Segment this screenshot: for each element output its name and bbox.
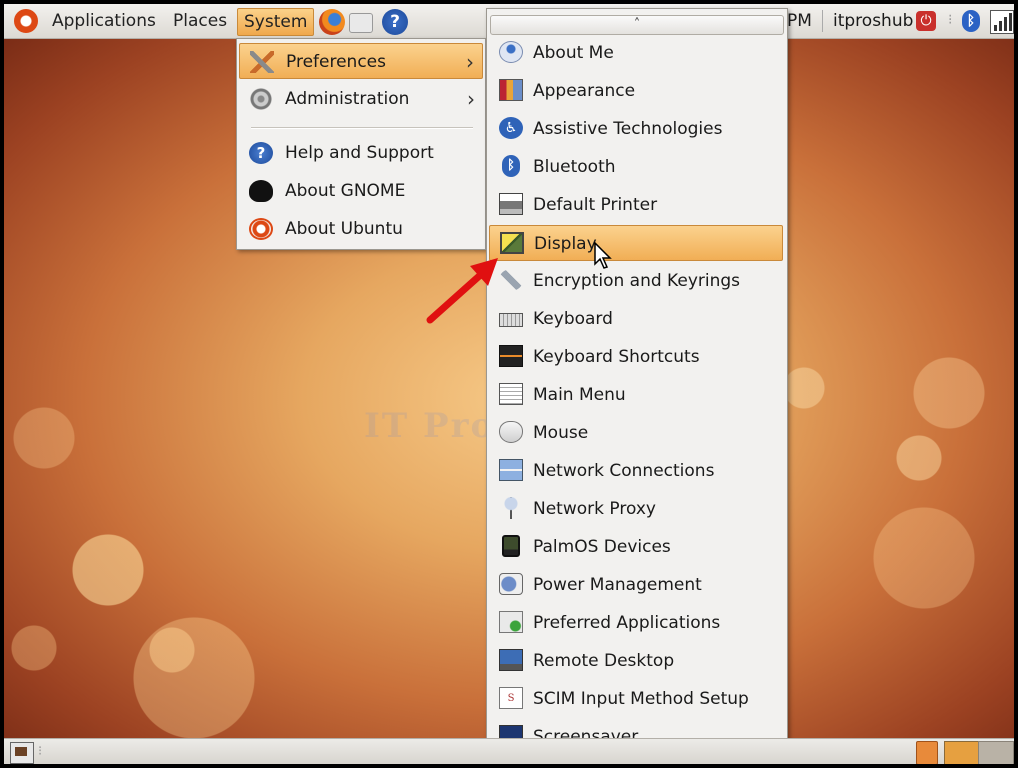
bottom-panel: ⁝ [4, 738, 1014, 764]
menu-item-label: Administration [285, 89, 410, 109]
bluetooth-icon: ᛒ [502, 155, 520, 177]
user-switcher[interactable]: itproshub [833, 8, 913, 34]
menu-item-label: About Me [533, 43, 614, 63]
menu-item-help-support[interactable]: ? Help and Support [239, 135, 483, 171]
panel-separator [822, 10, 823, 32]
scroll-up-button[interactable]: ˄ [490, 15, 784, 35]
menu-item-assistive-technologies[interactable]: ♿ Assistive Technologies [489, 111, 783, 147]
ubuntu-icon [249, 218, 273, 240]
menu-item-label: Network Proxy [533, 499, 656, 519]
menu-item-label: SCIM Input Method Setup [533, 689, 749, 709]
main-menu-icon [499, 383, 523, 405]
menu-item-label: About GNOME [285, 181, 406, 201]
chevron-right-icon: › [467, 87, 475, 111]
preferences-submenu: ˄ About Me Appearance ♿ Assistive Techno… [486, 8, 788, 764]
chevron-right-icon: › [466, 50, 474, 74]
panel-handle: ⁝ [38, 744, 43, 759]
power-icon[interactable]: ⏻ [916, 11, 936, 31]
printer-icon [499, 193, 523, 215]
trash-icon[interactable] [916, 741, 938, 764]
preferences-icon [250, 51, 274, 73]
system-menu[interactable]: System [237, 8, 315, 36]
menu-item-about-me[interactable]: About Me [489, 35, 783, 71]
clock[interactable]: PM [787, 8, 812, 34]
menu-item-label: Assistive Technologies [533, 119, 723, 139]
menu-item-label: Keyboard [533, 309, 613, 329]
menu-item-mouse[interactable]: Mouse [489, 415, 783, 451]
menu-item-label: Display [534, 234, 597, 254]
system-dropdown: Preferences › Administration › ? Help an… [236, 38, 486, 250]
menu-item-label: Remote Desktop [533, 651, 675, 671]
places-menu[interactable]: Places [167, 8, 233, 34]
menu-item-label: Power Management [533, 575, 702, 595]
menu-item-scim-setup[interactable]: S SCIM Input Method Setup [489, 681, 783, 717]
menu-item-appearance[interactable]: Appearance [489, 73, 783, 109]
preferred-apps-icon [499, 611, 523, 633]
menu-item-label: Mouse [533, 423, 589, 443]
annotation-arrow-icon [426, 258, 498, 324]
menu-item-label: Keyboard Shortcuts [533, 347, 700, 367]
menu-item-encryption-keyrings[interactable]: Encryption and Keyrings [489, 263, 783, 299]
menu-item-keyboard[interactable]: Keyboard [489, 301, 783, 337]
network-connections-icon [499, 459, 523, 481]
menu-item-network-proxy[interactable]: Network Proxy [489, 491, 783, 527]
ubuntu-logo-icon[interactable] [14, 9, 38, 33]
menu-item-label: Main Menu [533, 385, 626, 405]
accessibility-icon: ♿ [499, 117, 523, 139]
mouse-cursor-icon [594, 242, 612, 269]
mouse-icon [499, 421, 523, 443]
keyboard-shortcuts-icon [499, 345, 523, 367]
menu-item-keyboard-shortcuts[interactable]: Keyboard Shortcuts [489, 339, 783, 375]
menu-item-label: PalmOS Devices [533, 537, 671, 557]
gnome-foot-icon [249, 180, 273, 202]
menu-item-label: Help and Support [285, 143, 434, 163]
menu-item-label: Appearance [533, 81, 636, 101]
show-desktop-icon[interactable] [10, 742, 34, 764]
menu-item-preferred-applications[interactable]: Preferred Applications [489, 605, 783, 641]
menu-item-palmos-devices[interactable]: PalmOS Devices [489, 529, 783, 565]
menu-item-about-ubuntu[interactable]: About Ubuntu [239, 211, 483, 247]
menu-item-display[interactable]: Display [489, 225, 783, 261]
menu-item-label: Preferred Applications [533, 613, 721, 633]
menu-item-about-gnome[interactable]: About GNOME [239, 173, 483, 209]
menu-item-power-management[interactable]: Power Management [489, 567, 783, 603]
palm-device-icon [502, 535, 520, 557]
workspace-2[interactable] [978, 741, 1014, 764]
network-proxy-icon [499, 497, 523, 519]
panel-handle: ⁝ [948, 12, 953, 28]
menu-item-label: Default Printer [533, 195, 658, 215]
menu-item-preferences[interactable]: Preferences › [239, 43, 483, 79]
menu-item-label: Network Connections [533, 461, 715, 481]
network-icon[interactable] [990, 10, 1014, 34]
firefox-icon[interactable] [319, 9, 345, 35]
about-me-icon [499, 41, 523, 63]
help-icon: ? [249, 142, 273, 164]
power-management-icon [499, 573, 523, 595]
menu-item-bluetooth[interactable]: ᛒ Bluetooth [489, 149, 783, 185]
menu-item-main-menu[interactable]: Main Menu [489, 377, 783, 413]
help-icon[interactable]: ? [382, 9, 408, 35]
menu-separator [251, 127, 473, 129]
workspace-1[interactable] [944, 741, 980, 764]
menu-item-network-connections[interactable]: Network Connections [489, 453, 783, 489]
scim-icon: S [499, 687, 523, 709]
menu-item-administration[interactable]: Administration › [239, 81, 483, 117]
menu-item-remote-desktop[interactable]: Remote Desktop [489, 643, 783, 679]
mail-icon[interactable] [349, 13, 373, 33]
screen: IT ProHUB Applications Places System ? P… [4, 4, 1014, 764]
remote-desktop-icon [499, 649, 523, 671]
menu-item-label: Bluetooth [533, 157, 616, 177]
applications-menu[interactable]: Applications [46, 8, 162, 34]
administration-icon [249, 88, 273, 110]
menu-item-default-printer[interactable]: Default Printer [489, 187, 783, 223]
menu-item-label: Preferences [286, 52, 386, 72]
appearance-icon [499, 79, 523, 101]
menu-item-label: Encryption and Keyrings [533, 271, 741, 291]
menu-item-label: About Ubuntu [285, 219, 403, 239]
bluetooth-icon[interactable]: ᛒ [962, 10, 980, 32]
